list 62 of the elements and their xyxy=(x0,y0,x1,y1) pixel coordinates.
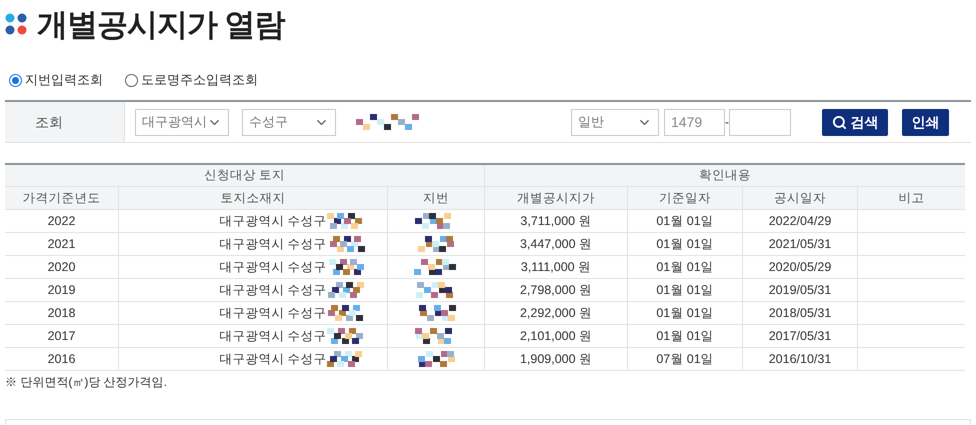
table-cell: 2,798,000 원 xyxy=(485,279,628,301)
column-group-header: 확인내용 xyxy=(698,167,752,184)
table-cell-text: 대구광역시 수성구 xyxy=(219,304,327,322)
page-title: 개별공시지가 열람 xyxy=(37,6,285,44)
column-header: 비고 xyxy=(898,190,926,207)
column-header: 개별공시지가 xyxy=(485,187,628,209)
redaction-mosaic-drawing xyxy=(326,282,367,298)
dropdown-select[interactable]: 대구광역시 xyxy=(135,108,229,136)
redaction-mosaic-drawing xyxy=(414,258,458,276)
column-header: 지번 xyxy=(388,187,485,209)
table-cell: 01월 01일 xyxy=(628,233,743,255)
footnote: ※ 단위면적(㎡)당 산정가격임. xyxy=(5,374,168,391)
four-dots-icon xyxy=(5,13,29,37)
table-cell: 01월 01일 xyxy=(628,325,743,347)
table-cell: 2,292,000 원 xyxy=(485,302,628,324)
column-group-header: 신청대상 토지 xyxy=(5,165,485,186)
table-cell: 2,101,000 원 xyxy=(485,325,628,347)
table-cell: 01월 01일 xyxy=(628,256,743,278)
table-cell: 01월 01일 xyxy=(628,279,743,301)
table-cell-text: 대구광역시 수성구 xyxy=(219,328,327,345)
table-cell: 3,711,000 원 xyxy=(485,210,628,232)
radio-option[interactable]: 도로명주소입력조회 xyxy=(125,70,258,90)
table-cell: 2020/05/29 xyxy=(743,256,858,278)
table-cell: 2018 xyxy=(5,302,119,324)
print-button[interactable]: 인쇄 xyxy=(902,108,949,136)
table-cell: 2018/05/31 xyxy=(743,302,858,324)
table-cell-text: 대구광역시 수성구 xyxy=(219,282,327,299)
table-cell: 3,447,000 원 xyxy=(485,233,628,255)
radio-option[interactable]: 지번입력조회 xyxy=(9,70,103,90)
dropdown-select[interactable]: 수성구 xyxy=(242,108,336,136)
table-cell: 3,111,000 원 xyxy=(485,256,628,278)
table-cell: 2017/05/31 xyxy=(743,325,858,347)
table-cell: 2022/04/29 xyxy=(743,210,858,232)
table-cell: 01월 01일 xyxy=(628,302,743,324)
table-cell-text: 대구광역시 수성구 xyxy=(219,212,327,230)
separator-dash: - xyxy=(725,114,729,131)
search-button[interactable]: 검색 xyxy=(822,108,888,136)
main-number-field[interactable]: 1479 xyxy=(664,108,725,136)
table-cell: 2016/10/31 xyxy=(743,348,858,370)
search-icon xyxy=(832,114,846,130)
table-cell: 2020 xyxy=(5,256,119,278)
sub-number-field[interactable] xyxy=(729,108,791,136)
table-cell: 2021/05/31 xyxy=(743,233,858,255)
column-header: 토지소재지 xyxy=(119,187,388,209)
search-label-cell: 조회 xyxy=(5,102,125,142)
column-header: 가격기준년도 xyxy=(5,187,119,209)
table-cell: 2019/05/31 xyxy=(743,279,858,301)
table-cell: 2021 xyxy=(5,233,119,255)
table-cell-text: 대구광역시 수성구 xyxy=(219,350,327,368)
table-cell: 2017 xyxy=(5,325,119,347)
table-cell: 2016 xyxy=(5,348,119,370)
table-cell: 1,909,000 원 xyxy=(485,348,628,370)
table-cell: 07월 01일 xyxy=(628,348,743,370)
table-cell-text: 대구광역시 수성구 xyxy=(219,236,327,253)
column-header: 기준일자 xyxy=(628,187,743,209)
table-cell: 2022 xyxy=(5,210,119,232)
table-cell: 01월 01일 xyxy=(628,210,743,232)
table-cell: 2019 xyxy=(5,279,119,301)
redaction-mosaic-drawing xyxy=(326,258,367,276)
table-cell-text: 대구광역시 수성구 xyxy=(219,258,327,276)
column-header: 공시일자 xyxy=(743,187,858,209)
dropdown-select[interactable]: 일반 xyxy=(571,108,659,136)
